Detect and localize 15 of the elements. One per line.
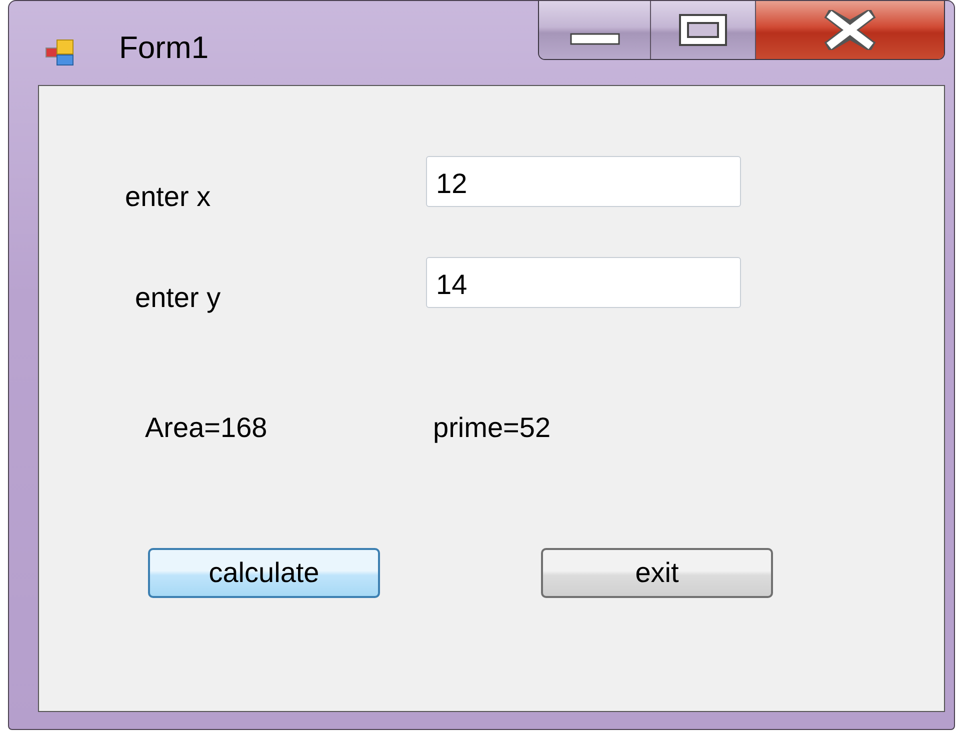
field-label: enter y xyxy=(135,282,221,314)
minimize-icon xyxy=(570,32,620,46)
area-result: Area=168 xyxy=(145,412,268,444)
prime-result: prime=52 xyxy=(433,412,551,444)
input-field[interactable]: 12 xyxy=(426,156,741,207)
close-button[interactable] xyxy=(756,1,944,59)
minimize-button[interactable] xyxy=(539,1,651,59)
maximize-button[interactable] xyxy=(651,1,756,59)
maximize-icon xyxy=(678,13,728,47)
exit-button[interactable]: exit xyxy=(541,548,773,598)
field-label: enter x xyxy=(125,180,211,212)
input-field[interactable]: 14 xyxy=(426,257,741,308)
close-icon xyxy=(823,10,877,50)
calculate-button[interactable]: calculate xyxy=(148,548,380,598)
window-title: Form1 xyxy=(119,30,209,66)
